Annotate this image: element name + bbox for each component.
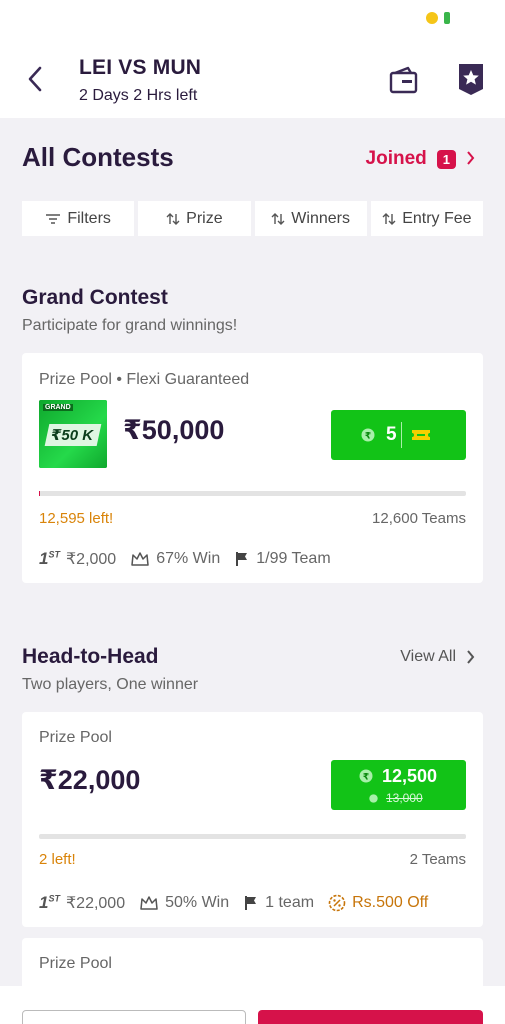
first-prize-stat: 1ST ₹2,000	[39, 549, 116, 569]
total-teams: 12,600 Teams	[372, 510, 466, 527]
discount-stat: Rs.500 Off	[328, 894, 428, 912]
discount-icon	[328, 894, 346, 912]
filters-label: Filters	[67, 209, 111, 227]
filters-button[interactable]: Filters	[22, 201, 135, 236]
entry-original-amount: 13,000	[386, 791, 423, 805]
create-contest-button[interactable]	[22, 1010, 246, 1024]
match-header: LEI VS MUN 2 Days 2 Hrs left	[0, 40, 505, 118]
total-teams: 2 Teams	[409, 851, 466, 868]
back-button[interactable]	[18, 60, 52, 98]
first-rank-icon: 1ST	[39, 549, 60, 569]
grand-contest-title: Grand Contest	[22, 286, 168, 309]
bottom-action-bar	[0, 986, 505, 1024]
match-title: LEI VS MUN	[79, 56, 202, 79]
thumb-prize-label: ₹50 K	[51, 427, 94, 444]
my-contests-button[interactable]	[456, 62, 486, 96]
ticket-icon	[412, 430, 430, 440]
discount-value: Rs.500 Off	[352, 894, 429, 911]
thumb-grand-label: GRAND	[43, 404, 73, 411]
crown-icon	[131, 552, 149, 566]
flag-icon	[245, 896, 257, 910]
svg-text:₹: ₹	[365, 432, 371, 442]
spots-left: 12,595 left!	[39, 510, 114, 527]
prize-pool-label: Prize Pool	[39, 955, 112, 972]
entry-amount: 12,500	[382, 766, 438, 786]
prize-amount: ₹50,000	[123, 415, 225, 445]
coin-icon: ₹	[359, 769, 373, 783]
sort-entry-fee-button[interactable]: Entry Fee	[370, 201, 483, 236]
first-prize-stat: 1ST ₹22,000	[39, 893, 125, 913]
prize-amount: ₹22,000	[39, 765, 141, 795]
flag-icon	[236, 552, 248, 566]
team-limit-stat: 1/99 Team	[234, 550, 331, 568]
chevron-right-icon	[467, 650, 475, 664]
first-prize-value: ₹2,000	[65, 551, 117, 568]
join-contest-button[interactable]: ₹ 12,500 13,000	[331, 760, 466, 810]
prize-pool-label: Prize Pool • Flexi Guaranteed	[39, 371, 250, 388]
spots-left: 2 left!	[39, 851, 76, 868]
win-percent-stat: 67% Win	[130, 550, 220, 568]
crown-icon	[140, 896, 158, 910]
head-to-head-subtitle: Two players, One winner	[22, 676, 199, 693]
chevron-left-icon	[28, 66, 42, 92]
entry-amount: 5	[386, 424, 397, 445]
grand-contest-thumbnail: GRAND ₹50 K	[39, 400, 107, 468]
divider	[401, 422, 402, 448]
win-percent-value: 50% Win	[165, 894, 230, 911]
first-rank-suffix: ST	[48, 549, 60, 560]
sort-winners-button[interactable]: Winners	[254, 201, 367, 236]
grand-contest-subtitle: Participate for grand winnings!	[22, 317, 238, 334]
sort-entry-fee-label: Entry Fee	[402, 209, 472, 227]
svg-text:₹: ₹	[363, 773, 369, 783]
coin-icon	[369, 794, 378, 803]
contest-stats: 1ST ₹22,000 50% Win 1 team Rs.500 Off	[39, 893, 442, 913]
sort-prize-label: Prize	[186, 209, 223, 227]
sort-icon	[166, 212, 180, 225]
head-to-head-card[interactable]: Prize Pool ₹22,000 ₹ 12,500 13,000 2 lef…	[22, 712, 483, 927]
sort-icon	[271, 212, 285, 225]
battery-icon	[444, 12, 450, 24]
win-percent-value: 67% Win	[156, 550, 221, 567]
filter-bar: Filters Prize Winners Entry Fee	[22, 201, 483, 236]
status-bar	[0, 0, 505, 40]
match-time-left: 2 Days 2 Hrs left	[79, 87, 198, 104]
team-limit-value: 1 team	[265, 894, 315, 911]
head-to-head-title: Head-to-Head	[22, 645, 159, 668]
first-rank-suffix: ST	[48, 893, 60, 904]
view-all-link[interactable]: View All	[400, 648, 475, 666]
sort-winners-label: Winners	[291, 209, 350, 227]
spots-progress-bar	[39, 834, 466, 839]
create-team-button[interactable]	[258, 1010, 483, 1024]
first-rank-icon: 1ST	[39, 893, 60, 913]
sort-icon	[382, 212, 396, 225]
view-all-label: View All	[400, 648, 456, 665]
spots-progress-bar	[39, 491, 466, 496]
charging-icon	[426, 12, 438, 24]
joined-contests-link[interactable]: Joined 1	[366, 148, 475, 170]
star-badge-icon	[459, 64, 483, 95]
sort-prize-button[interactable]: Prize	[138, 201, 251, 236]
win-percent-stat: 50% Win	[139, 894, 229, 912]
wallet-icon	[389, 66, 418, 94]
team-limit-value: 1/99 Team	[256, 550, 331, 567]
join-contest-button[interactable]: ₹ 5	[331, 410, 466, 460]
grand-contest-card[interactable]: Prize Pool • Flexi Guaranteed GRAND ₹50 …	[22, 353, 483, 583]
prize-pool-label: Prize Pool	[39, 729, 112, 746]
joined-count-badge: 1	[436, 149, 456, 169]
team-limit-stat: 1 team	[243, 894, 314, 912]
filter-icon	[46, 213, 61, 224]
wallet-button[interactable]	[388, 64, 420, 96]
first-prize-value: ₹22,000	[65, 895, 126, 912]
coin-icon: ₹	[361, 428, 375, 442]
contest-stats: 1ST ₹2,000 67% Win 1/99 Team	[39, 549, 345, 569]
joined-label: Joined	[365, 148, 427, 169]
all-contests-heading: All Contests	[22, 142, 174, 172]
chevron-right-icon	[466, 149, 475, 170]
